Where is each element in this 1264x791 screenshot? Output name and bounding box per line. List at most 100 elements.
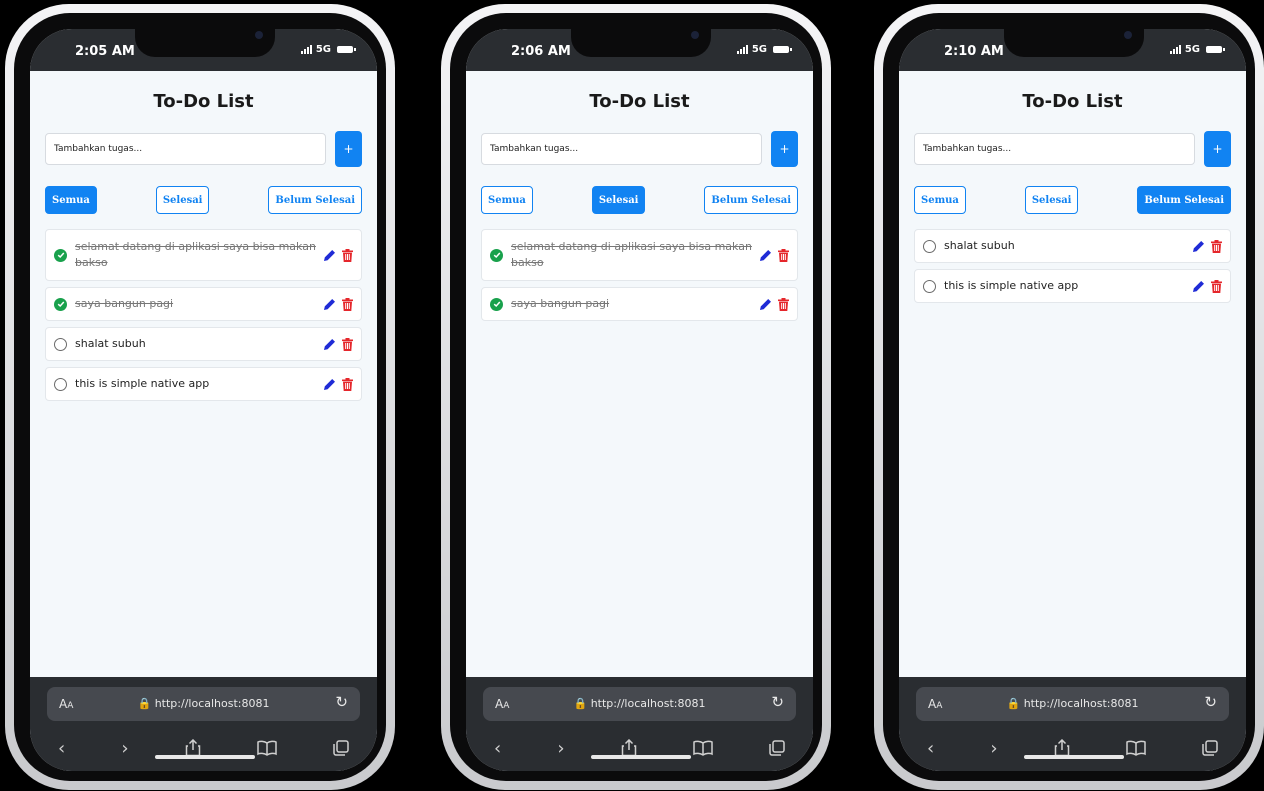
network-label: 5G xyxy=(1184,44,1200,55)
filter-all-button[interactable]: Semua xyxy=(45,186,97,214)
filter-pending-button[interactable]: Belum Selesai xyxy=(1137,186,1231,214)
tabs-icon[interactable] xyxy=(1202,740,1218,756)
delete-trash-icon[interactable] xyxy=(778,248,789,262)
browser-toolbar: AA 🔒 http://localhost:8081 ↻ ‹ › xyxy=(466,677,813,771)
signal-indicator: 5G xyxy=(1169,44,1225,55)
phone-screen: 2:05 AM 5G To-Do List + Semua Selesai Be… xyxy=(30,29,377,771)
app-content: To-Do List + Semua Selesai Belum Selesai… xyxy=(466,71,813,677)
delete-trash-icon[interactable] xyxy=(1211,239,1222,253)
delete-trash-icon[interactable] xyxy=(1211,279,1222,293)
tabs-icon[interactable] xyxy=(333,740,349,756)
page-title: To-Do List xyxy=(1022,91,1123,112)
back-icon[interactable]: ‹ xyxy=(494,738,501,759)
add-task-button[interactable]: + xyxy=(771,131,798,167)
edit-pencil-icon[interactable] xyxy=(759,249,772,262)
task-text: saya bangun pagi xyxy=(75,297,174,310)
bookmarks-icon[interactable] xyxy=(1126,740,1146,756)
add-task-row: + xyxy=(45,131,362,167)
filter-done-button[interactable]: Selesai xyxy=(591,186,646,214)
status-bar: 2:10 AM 5G xyxy=(899,29,1246,71)
checked-circle-icon[interactable] xyxy=(54,248,67,262)
notch xyxy=(135,29,275,57)
filter-bar: Semua Selesai Belum Selesai xyxy=(481,186,798,214)
empty-circle-icon[interactable] xyxy=(923,239,936,253)
status-time: 2:06 AM xyxy=(511,44,571,59)
task-item: this is simple native app xyxy=(45,367,362,401)
task-text: selamat datang di aplikasi saya bisa mak… xyxy=(75,240,316,269)
task-item: selamat datang di aplikasi saya bisa mak… xyxy=(481,229,798,281)
url-text[interactable]: 🔒 http://localhost:8081 xyxy=(483,697,796,710)
edit-pencil-icon[interactable] xyxy=(323,298,336,311)
task-input[interactable] xyxy=(45,133,326,165)
signal-indicator: 5G xyxy=(300,44,356,55)
task-list: shalat subuh this is simple native app xyxy=(914,229,1231,309)
task-item: shalat subuh xyxy=(45,327,362,361)
camera-dot xyxy=(1124,31,1132,39)
page-title: To-Do List xyxy=(153,91,254,112)
bookmarks-icon[interactable] xyxy=(693,740,713,756)
add-task-button[interactable]: + xyxy=(1204,131,1231,167)
delete-trash-icon[interactable] xyxy=(778,297,789,311)
signal-indicator: 5G xyxy=(736,44,792,55)
address-bar[interactable]: AA 🔒 http://localhost:8081 ↻ xyxy=(483,687,796,721)
forward-icon[interactable]: › xyxy=(557,738,564,759)
status-time: 2:05 AM xyxy=(75,44,135,59)
empty-circle-icon[interactable] xyxy=(54,337,67,351)
signal-bars-icon xyxy=(1169,45,1181,54)
task-input[interactable] xyxy=(914,133,1195,165)
task-text: selamat datang di aplikasi saya bisa mak… xyxy=(511,240,752,269)
task-item: shalat subuh xyxy=(914,229,1231,263)
back-icon[interactable]: ‹ xyxy=(58,738,65,759)
app-content: To-Do List + Semua Selesai Belum Selesai… xyxy=(899,71,1246,677)
filter-pending-button[interactable]: Belum Selesai xyxy=(268,186,362,214)
edit-pencil-icon[interactable] xyxy=(1192,240,1205,253)
address-bar[interactable]: AA 🔒 http://localhost:8081 ↻ xyxy=(916,687,1229,721)
reload-icon[interactable]: ↻ xyxy=(1204,693,1217,711)
forward-icon[interactable]: › xyxy=(990,738,997,759)
add-task-button[interactable]: + xyxy=(335,131,362,167)
address-bar[interactable]: AA 🔒 http://localhost:8081 ↻ xyxy=(47,687,360,721)
filter-all-button[interactable]: Semua xyxy=(914,186,966,214)
delete-trash-icon[interactable] xyxy=(342,337,353,351)
edit-pencil-icon[interactable] xyxy=(323,338,336,351)
delete-trash-icon[interactable] xyxy=(342,248,353,262)
status-bar: 2:06 AM 5G xyxy=(466,29,813,71)
network-label: 5G xyxy=(315,44,331,55)
task-list: selamat datang di aplikasi saya bisa mak… xyxy=(45,229,362,407)
delete-trash-icon[interactable] xyxy=(342,297,353,311)
reload-icon[interactable]: ↻ xyxy=(335,693,348,711)
edit-pencil-icon[interactable] xyxy=(323,378,336,391)
filter-done-button[interactable]: Selesai xyxy=(1024,186,1079,214)
phone-screen: 2:10 AM 5G To-Do List + Semua Selesai Be… xyxy=(899,29,1246,771)
delete-trash-icon[interactable] xyxy=(342,377,353,391)
battery-icon xyxy=(1206,46,1225,53)
status-bar: 2:05 AM 5G xyxy=(30,29,377,71)
filter-pending-button[interactable]: Belum Selesai xyxy=(704,186,798,214)
add-task-row: + xyxy=(481,131,798,167)
task-input[interactable] xyxy=(481,133,762,165)
lock-icon: 🔒 xyxy=(137,697,152,710)
checked-circle-icon[interactable] xyxy=(490,297,503,311)
checked-circle-icon[interactable] xyxy=(54,297,67,311)
checked-circle-icon[interactable] xyxy=(490,248,503,262)
empty-circle-icon[interactable] xyxy=(923,279,936,293)
forward-icon[interactable]: › xyxy=(121,738,128,759)
task-text: shalat subuh xyxy=(944,239,1015,252)
url-text[interactable]: 🔒 http://localhost:8081 xyxy=(47,697,360,710)
empty-circle-icon[interactable] xyxy=(54,377,67,391)
bookmarks-icon[interactable] xyxy=(257,740,277,756)
filter-all-button[interactable]: Semua xyxy=(481,186,533,214)
task-item: saya bangun pagi xyxy=(45,287,362,321)
network-label: 5G xyxy=(751,44,767,55)
back-icon[interactable]: ‹ xyxy=(927,738,934,759)
edit-pencil-icon[interactable] xyxy=(759,298,772,311)
phone-screen: 2:06 AM 5G To-Do List + Semua Selesai Be… xyxy=(466,29,813,771)
tabs-icon[interactable] xyxy=(769,740,785,756)
lock-icon: 🔒 xyxy=(573,697,588,710)
reload-icon[interactable]: ↻ xyxy=(771,693,784,711)
edit-pencil-icon[interactable] xyxy=(323,249,336,262)
edit-pencil-icon[interactable] xyxy=(1192,280,1205,293)
url-text[interactable]: 🔒 http://localhost:8081 xyxy=(916,697,1229,710)
home-indicator xyxy=(1024,755,1124,759)
filter-done-button[interactable]: Selesai xyxy=(155,186,210,214)
